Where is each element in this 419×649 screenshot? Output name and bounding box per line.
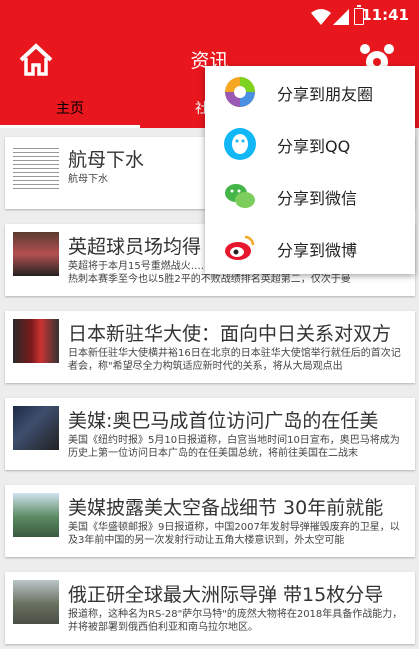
share-qq-item[interactable]: 分享到QQ [205,118,415,170]
share-menu: 分享到朋友圈 分享到QQ 分享到微信 分享到微博 [205,66,415,274]
news-thumbnail [13,406,59,450]
tab-indicator [0,125,140,128]
share-moments-item[interactable]: 分享到朋友圈 [205,66,415,118]
news-description: 报道称，这种名为RS-28"萨尔马特"的庞然大物将在2018年具备作战能力，并将… [68,609,403,633]
share-wechat-item[interactable]: 分享到微信 [205,170,415,222]
news-title: 美媒:奥巴马成首位访问广岛的在任美 [68,410,379,432]
weibo-icon [225,235,255,260]
wifi-icon [311,9,331,25]
share-wechat-label: 分享到微信 [277,189,358,208]
share-weibo-label: 分享到微博 [277,241,358,260]
news-title: 美媒披露美太空备战细节 30年前就能 [68,497,384,519]
news-title: 航母下水 [68,149,145,171]
news-title: 日本新驻华大使：面向中日关系对双方 [68,323,392,345]
signal-icon [333,9,349,25]
share-moments-label: 分享到朋友圈 [277,85,374,104]
news-description: 美国《华盛顿邮报》9日报道称，中国2007年发射导弹摧毁废弃的卫星，以及3年前中… [68,522,400,546]
wechat-icon [225,184,255,208]
news-item[interactable]: 美媒披露美太空备战细节 30年前就能 美国《华盛顿邮报》9日报道称，中国2007… [5,485,415,557]
moments-icon [225,77,255,107]
status-bar: 11:41 [0,0,419,32]
news-description: 美国《纽约时报》5月10日报道称，白宫当地时间10日宣布，奥巴马将成为历史上第一… [68,435,400,459]
share-qq-label: 分享到QQ [277,137,351,156]
news-thumbnail [13,493,59,537]
qq-icon [224,128,256,160]
tab-home[interactable]: 主页 [56,98,84,118]
news-title: 英超球员场均得 [68,236,202,258]
news-description: 日本新任驻华大使横井裕16日在北京的日本驻华大使馆举行就任后的首次记者会，称"希… [68,348,401,372]
news-item[interactable]: 美媒:奥巴马成首位访问广岛的在任美 美国《纽约时报》5月10日报道称，白宫当地时… [5,398,415,470]
news-thumbnail [13,319,59,363]
news-thumbnail [13,145,59,189]
news-thumbnail [13,232,59,276]
clock: 11:41 [361,6,409,24]
news-thumbnail [13,580,59,624]
news-item[interactable]: 日本新驻华大使：面向中日关系对双方 日本新任驻华大使横井裕16日在北京的日本驻华… [5,311,415,383]
share-weibo-item[interactable]: 分享到微博 [205,222,415,274]
news-item[interactable]: 俄正研全球最大洲际导弹 带15枚分导 报道称，这种名为RS-28"萨尔马特"的庞… [5,572,415,644]
news-title: 俄正研全球最大洲际导弹 带15枚分导 [68,584,384,606]
